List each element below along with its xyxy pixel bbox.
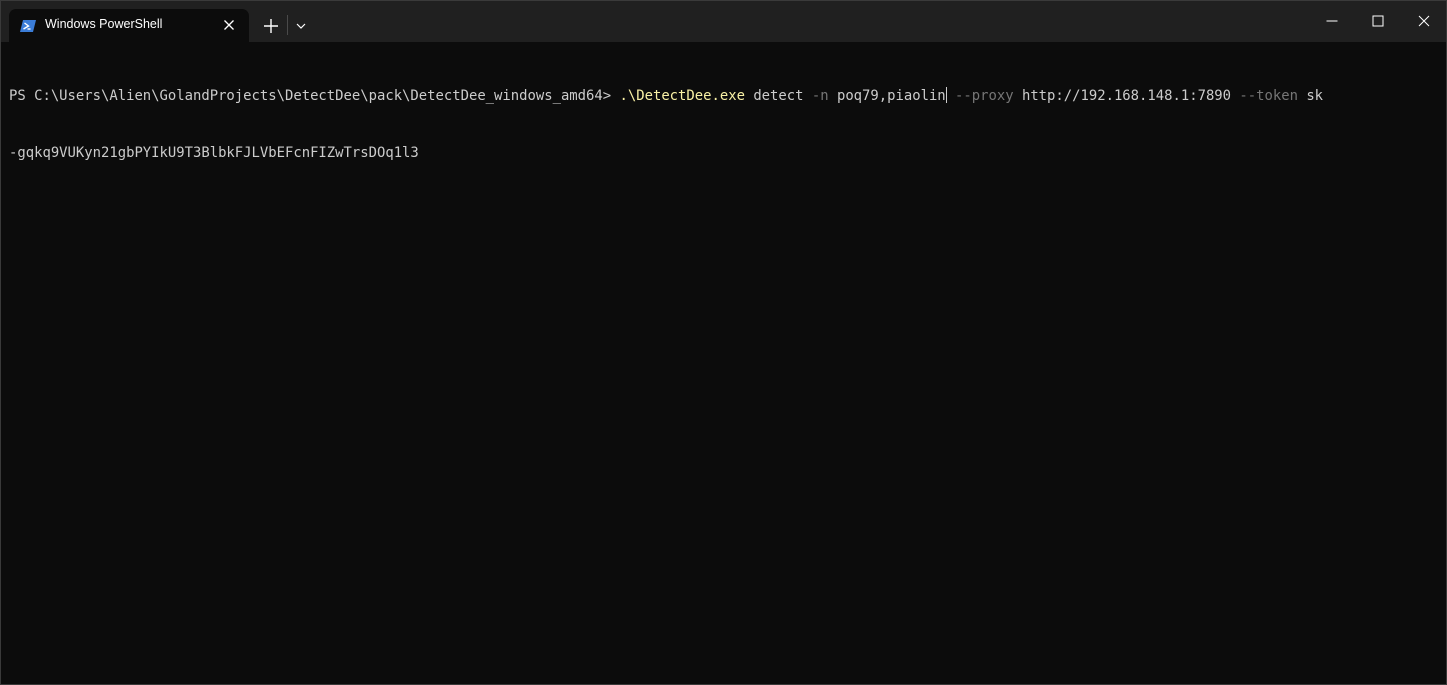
- maximize-button[interactable]: [1354, 1, 1400, 41]
- tab-title: Windows PowerShell: [45, 17, 163, 31]
- arg-detect: detect: [744, 88, 812, 104]
- maximize-icon: [1372, 15, 1384, 27]
- close-window-button[interactable]: [1400, 1, 1446, 41]
- terminal-window: Windows PowerShell PS C:\Users\Alien\Gol…: [0, 0, 1447, 685]
- minimize-icon: [1326, 20, 1338, 22]
- prompt: PS C:\Users\Alien\GolandProjects\DetectD…: [9, 88, 620, 104]
- command-name: .\DetectDee.exe: [619, 88, 745, 104]
- close-icon[interactable]: [221, 17, 237, 33]
- close-icon: [1418, 15, 1430, 27]
- value-n: poq79,piaolin: [828, 88, 946, 104]
- flag-proxy: --proxy: [946, 88, 1014, 104]
- plus-icon[interactable]: [259, 14, 283, 38]
- terminal-output[interactable]: PS C:\Users\Alien\GolandProjects\DetectD…: [9, 49, 1439, 679]
- terminal-line-1: PS C:\Users\Alien\GolandProjects\DetectD…: [9, 87, 1439, 106]
- powershell-icon: [20, 20, 36, 32]
- title-bar: Windows PowerShell: [1, 1, 1446, 42]
- flag-n: -n: [811, 88, 829, 104]
- flag-token: --token: [1239, 88, 1298, 104]
- value-proxy: http://192.168.148.1:7890: [1013, 88, 1240, 104]
- value-token-part2: -gqkq9VUKyn21gbPYIkU9T3BlbkFJLVbEFcnFIZw…: [9, 145, 419, 161]
- tab-windows-powershell[interactable]: Windows PowerShell: [9, 9, 249, 42]
- chevron-down-icon[interactable]: [291, 14, 311, 38]
- tab-separator: [287, 15, 288, 35]
- minimize-button[interactable]: [1308, 1, 1354, 41]
- terminal-line-2: -gqkq9VUKyn21gbPYIkU9T3BlbkFJLVbEFcnFIZw…: [9, 144, 1439, 163]
- value-token-part1: sk: [1297, 88, 1324, 104]
